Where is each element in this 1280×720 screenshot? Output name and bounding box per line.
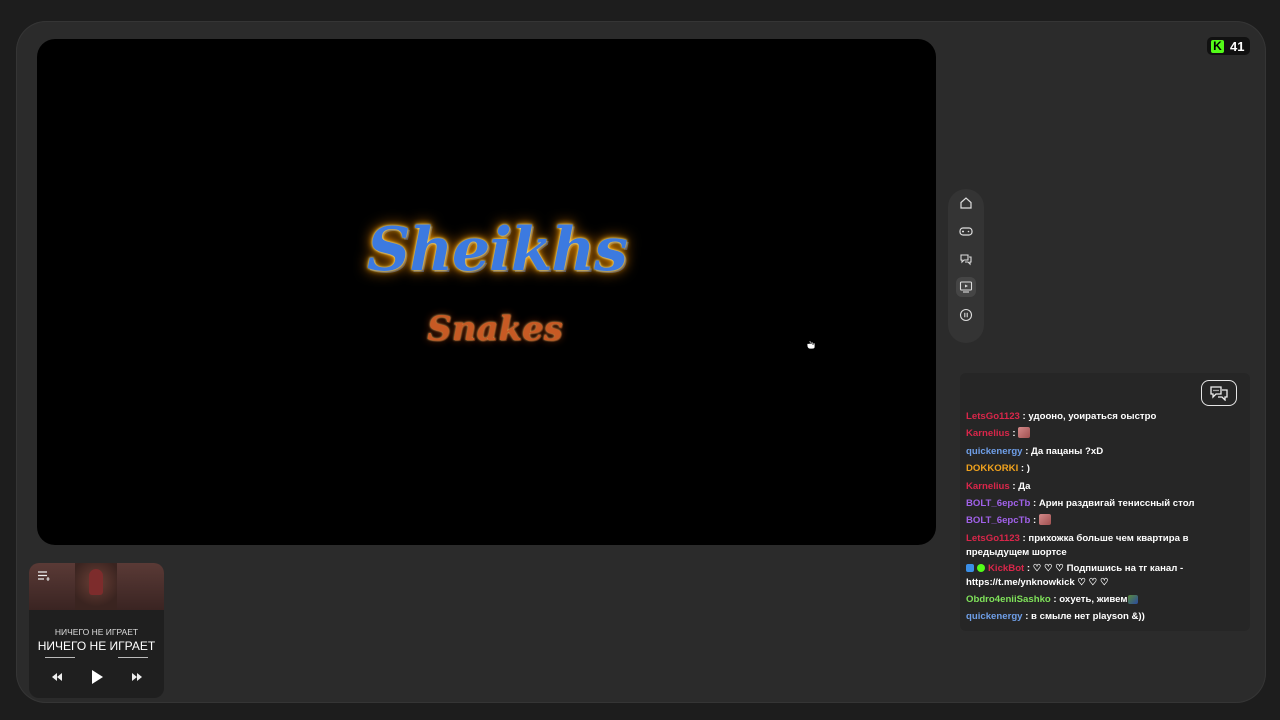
queue-icon[interactable]	[37, 570, 51, 582]
viewer-count: 41	[1230, 38, 1245, 54]
gamepad-icon	[959, 227, 973, 236]
verified-badge-icon	[977, 563, 985, 572]
game-logo: Sheikhs Snakes	[367, 209, 628, 389]
game-subtitle: Snakes	[427, 309, 563, 349]
chat-username[interactable]: quickenergy	[966, 611, 1023, 622]
album-cover	[75, 563, 117, 610]
chat-emote-icon	[1127, 594, 1138, 604]
chat-emote-icon	[1038, 514, 1051, 526]
chat-username[interactable]: Karnelius	[966, 481, 1010, 492]
chat-message: LetsGo1123 : прихожка больше чем квартир…	[966, 532, 1250, 560]
nav-stream-button[interactable]	[956, 277, 976, 297]
music-player: НИЧЕГО НЕ ИГРАЕТ НИЧЕГО НЕ ИГРАЕТ	[29, 563, 164, 698]
chat-messages: LetsGo1123 : удоонo, уоиратьcя оыcтро Kar…	[966, 408, 1250, 626]
next-button[interactable]	[131, 672, 143, 682]
chat-username[interactable]: Karnelius	[966, 428, 1010, 439]
chat-panel: LetsGo1123 : удоонo, уоиратьcя оыcтро Kar…	[960, 373, 1250, 631]
chat-text: : Да	[1009, 480, 1031, 492]
next-icon	[131, 673, 142, 681]
chat-toggle-button[interactable]	[1201, 380, 1237, 406]
player-controls	[29, 667, 164, 687]
chat-text: : )	[1018, 463, 1030, 475]
chat-message: DOKKORKI : )	[966, 460, 1250, 477]
chat-username[interactable]: BOLT_6epcTb	[966, 498, 1030, 509]
chat-text: :	[1030, 515, 1039, 527]
chat-emote-icon	[1018, 427, 1031, 439]
progress-bar[interactable]	[45, 657, 148, 658]
pause-icon	[959, 308, 973, 322]
play-screen-icon	[959, 281, 973, 293]
previous-button[interactable]	[51, 672, 63, 682]
video-player[interactable]: Sheikhs Snakes	[37, 39, 936, 545]
chat-username[interactable]: KickBot	[988, 563, 1024, 574]
chat-message: KickBot : ♡ ♡ ♡ Подпишись на тг канал - …	[966, 562, 1250, 590]
chat-text: : Арин раздвигай тениcсный стол	[1030, 498, 1195, 510]
chat-username[interactable]: LetsGo1123	[966, 411, 1020, 422]
side-nav	[948, 189, 984, 343]
chat-username[interactable]: quickenergy	[966, 446, 1023, 457]
chat-message: BOLT_6epcTb : Арин раздвигай тениcсный с…	[966, 495, 1250, 512]
chat-text: : Да пацаны ?xD	[1022, 445, 1104, 457]
chat-username[interactable]: LetsGo1123	[966, 533, 1020, 544]
chat-text: :	[1009, 428, 1019, 440]
play-icon	[91, 670, 103, 684]
chat-username[interactable]: DOKKORKI	[966, 463, 1018, 474]
game-title: Sheikhs	[367, 215, 628, 285]
chat-username[interactable]: BOLT_6epcTb	[966, 515, 1030, 526]
chat-message: Karnelius : Да	[966, 478, 1250, 495]
kick-logo-icon: K	[1211, 39, 1224, 53]
hand-cursor-icon	[805, 336, 817, 353]
chat-username[interactable]: Obdro4eniiSashko	[966, 594, 1051, 605]
chat-message: LetsGo1123 : удоонo, уоиратьcя оыcтро	[966, 408, 1250, 425]
nav-games-button[interactable]	[956, 221, 976, 241]
nav-chat-button[interactable]	[956, 249, 976, 269]
chat-message: quickenergy : Да пацаны ?xD	[966, 443, 1250, 460]
chat-text: : в смыле нет playson &))	[1022, 611, 1145, 623]
viewer-badge: K 41	[1207, 37, 1251, 55]
chat-icon	[960, 254, 972, 266]
chat-text: : охуеть, живем	[1050, 593, 1128, 605]
moderator-badge-icon	[966, 563, 974, 572]
nav-home-button[interactable]	[956, 193, 976, 213]
track-artist: НИЧЕГО НЕ ИГРАЕТ	[37, 639, 156, 653]
previous-icon	[51, 673, 62, 681]
chat-message: Obdro4eniiSashko : охуеть, живем	[966, 591, 1250, 608]
chat-message: Karnelius :	[966, 425, 1250, 442]
nav-pause-button[interactable]	[956, 305, 976, 325]
chat-bubbles-icon	[1210, 386, 1228, 401]
play-button[interactable]	[90, 669, 104, 685]
chat-message: BOLT_6epcTb :	[966, 512, 1250, 529]
chat-text: : удоонo, уоиратьcя оыcтро	[1019, 411, 1157, 422]
album-cover-area	[29, 563, 164, 610]
home-icon	[960, 197, 972, 209]
chat-message: quickenergy : в смыле нет playson &))	[966, 608, 1250, 625]
track-title: НИЧЕГО НЕ ИГРАЕТ	[54, 627, 139, 637]
